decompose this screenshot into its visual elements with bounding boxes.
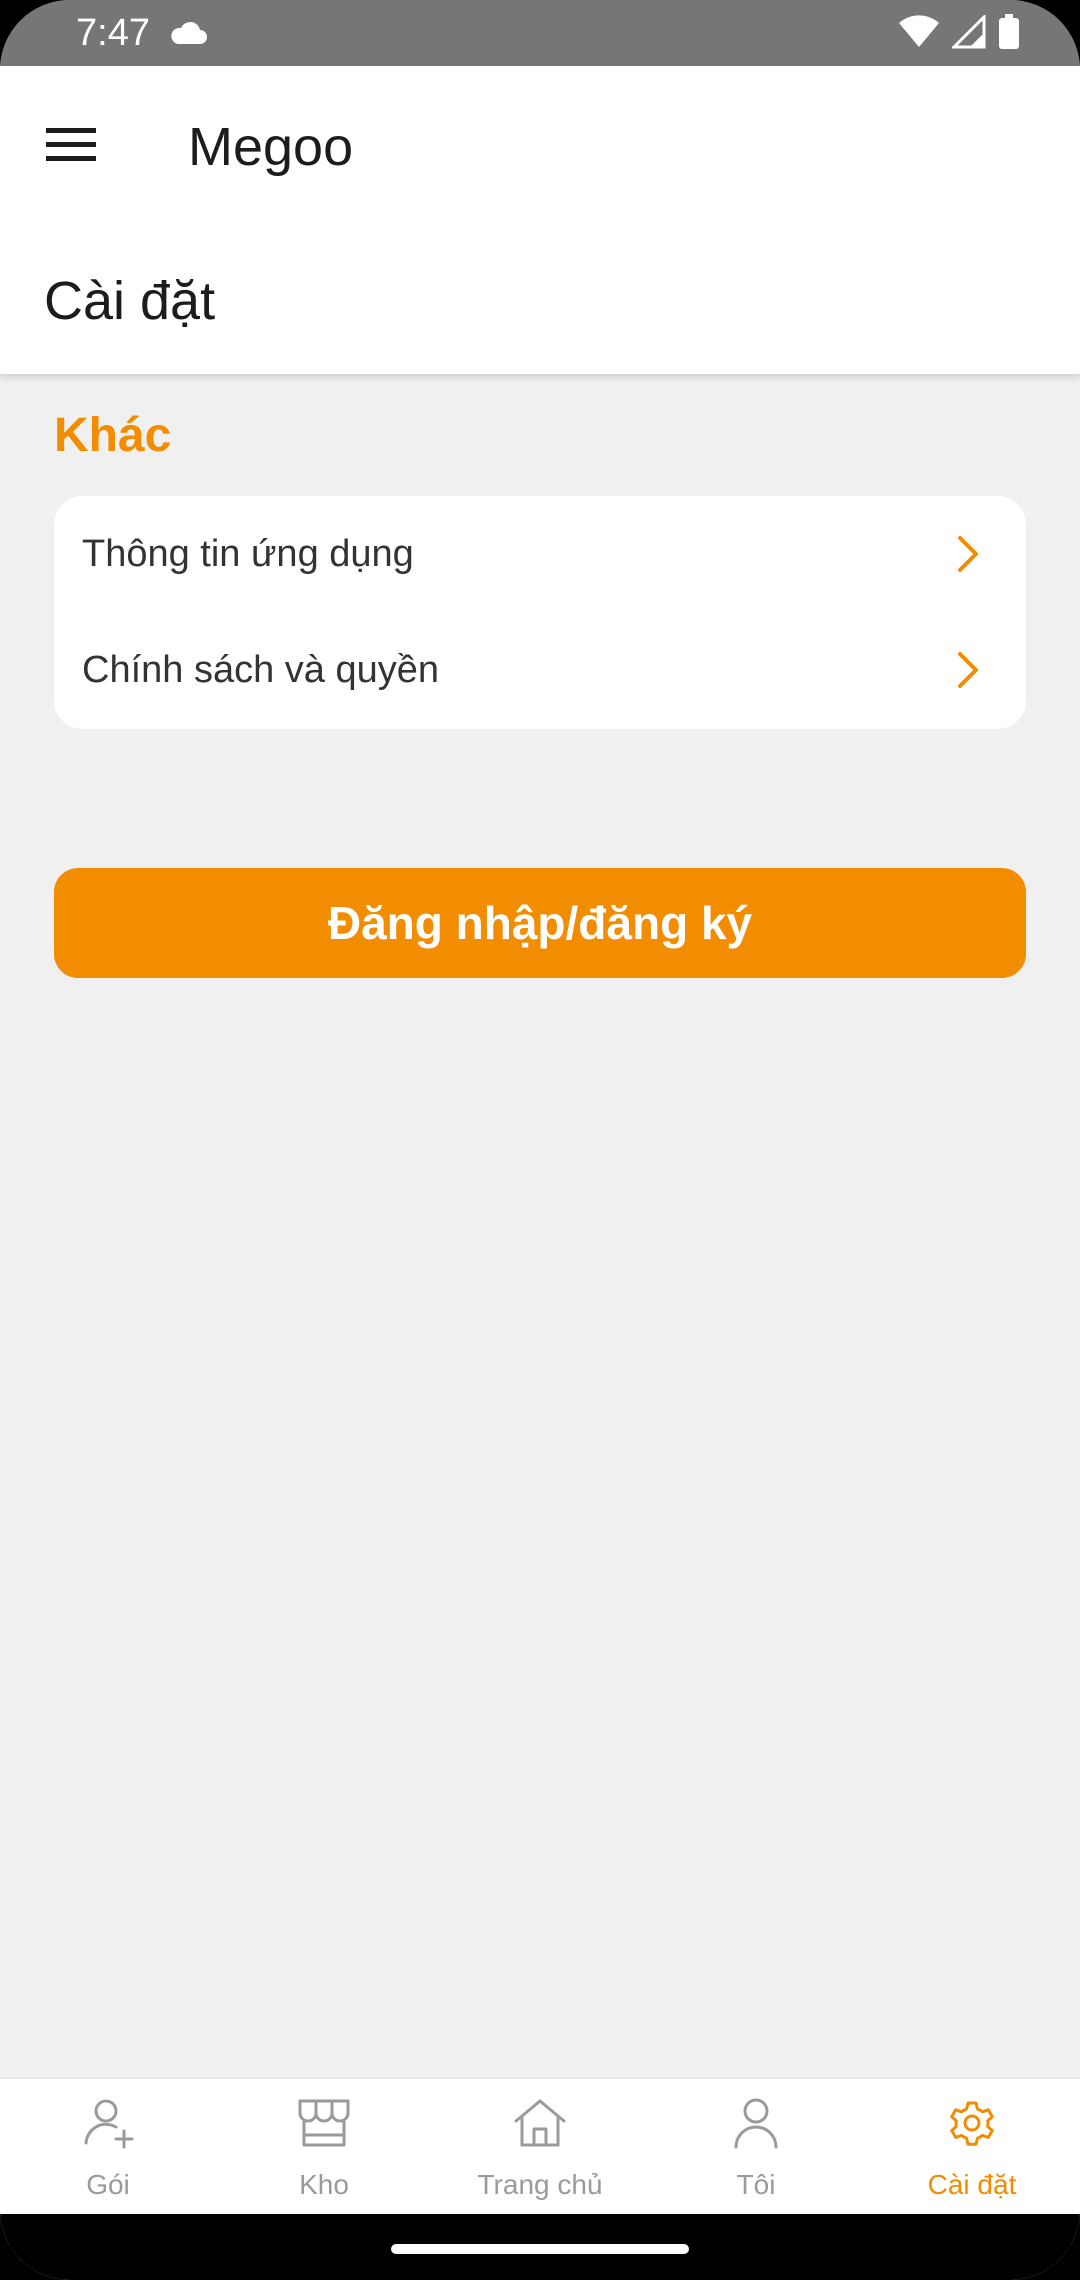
home-icon	[514, 2099, 566, 2147]
settings-item-label: Thông tin ứng dụng	[82, 532, 414, 575]
nav-item-me[interactable]: Tôi	[648, 2079, 864, 2215]
home-gesture-handle[interactable]	[391, 2244, 689, 2254]
store-icon	[298, 2099, 350, 2147]
nav-label: Cài đặt	[927, 2169, 1017, 2200]
settings-item-policy[interactable]: Chính sách và quyền	[54, 612, 1026, 728]
battery-icon	[999, 14, 1019, 49]
status-time: 7:47	[76, 12, 150, 54]
gear-icon	[950, 2101, 994, 2146]
nav-label: Tôi	[736, 2169, 776, 2200]
screen: 7:47 Megoo Cài đặt Khác Thông tin ứng dụ…	[0, 0, 1080, 2280]
nav-item-packages[interactable]: Gói	[0, 2079, 216, 2215]
cell-signal-icon	[952, 15, 986, 49]
menu-icon[interactable]	[44, 122, 98, 166]
cloud-icon	[171, 21, 207, 44]
settings-item-app-info[interactable]: Thông tin ứng dụng	[54, 496, 1026, 612]
nav-label: Trang chủ	[477, 2169, 603, 2200]
nav-label: Kho	[299, 2169, 349, 2200]
login-register-button[interactable]: Đăng nhập/đăng ký	[54, 868, 1026, 978]
person-icon	[734, 2098, 778, 2149]
gesture-bar	[0, 2214, 1080, 2280]
settings-item-label: Chính sách và quyền	[82, 648, 440, 691]
page-title: Cài đặt	[44, 271, 216, 331]
app-bar: Megoo	[0, 66, 1080, 222]
settings-card: Thông tin ứng dụng Chính sách và quyền	[54, 496, 1026, 729]
nav-item-home[interactable]: Trang chủ	[432, 2079, 648, 2215]
chevron-right-icon	[958, 536, 978, 572]
wifi-icon	[899, 15, 939, 47]
person-add-icon	[84, 2099, 134, 2149]
bottom-nav: Gói Kho Trang chủ Tôi Cài đặt	[0, 2078, 1080, 2214]
status-bar: 7:47	[0, 0, 1080, 66]
status-icons	[898, 14, 1020, 50]
nav-item-warehouse[interactable]: Kho	[216, 2079, 432, 2215]
section-title-other: Khác	[54, 409, 172, 462]
nav-label: Gói	[86, 2169, 130, 2200]
app-title: Megoo	[188, 117, 354, 177]
chevron-right-icon	[958, 652, 978, 688]
page-header: Cài đặt	[0, 222, 1080, 374]
nav-item-settings[interactable]: Cài đặt	[864, 2079, 1080, 2215]
